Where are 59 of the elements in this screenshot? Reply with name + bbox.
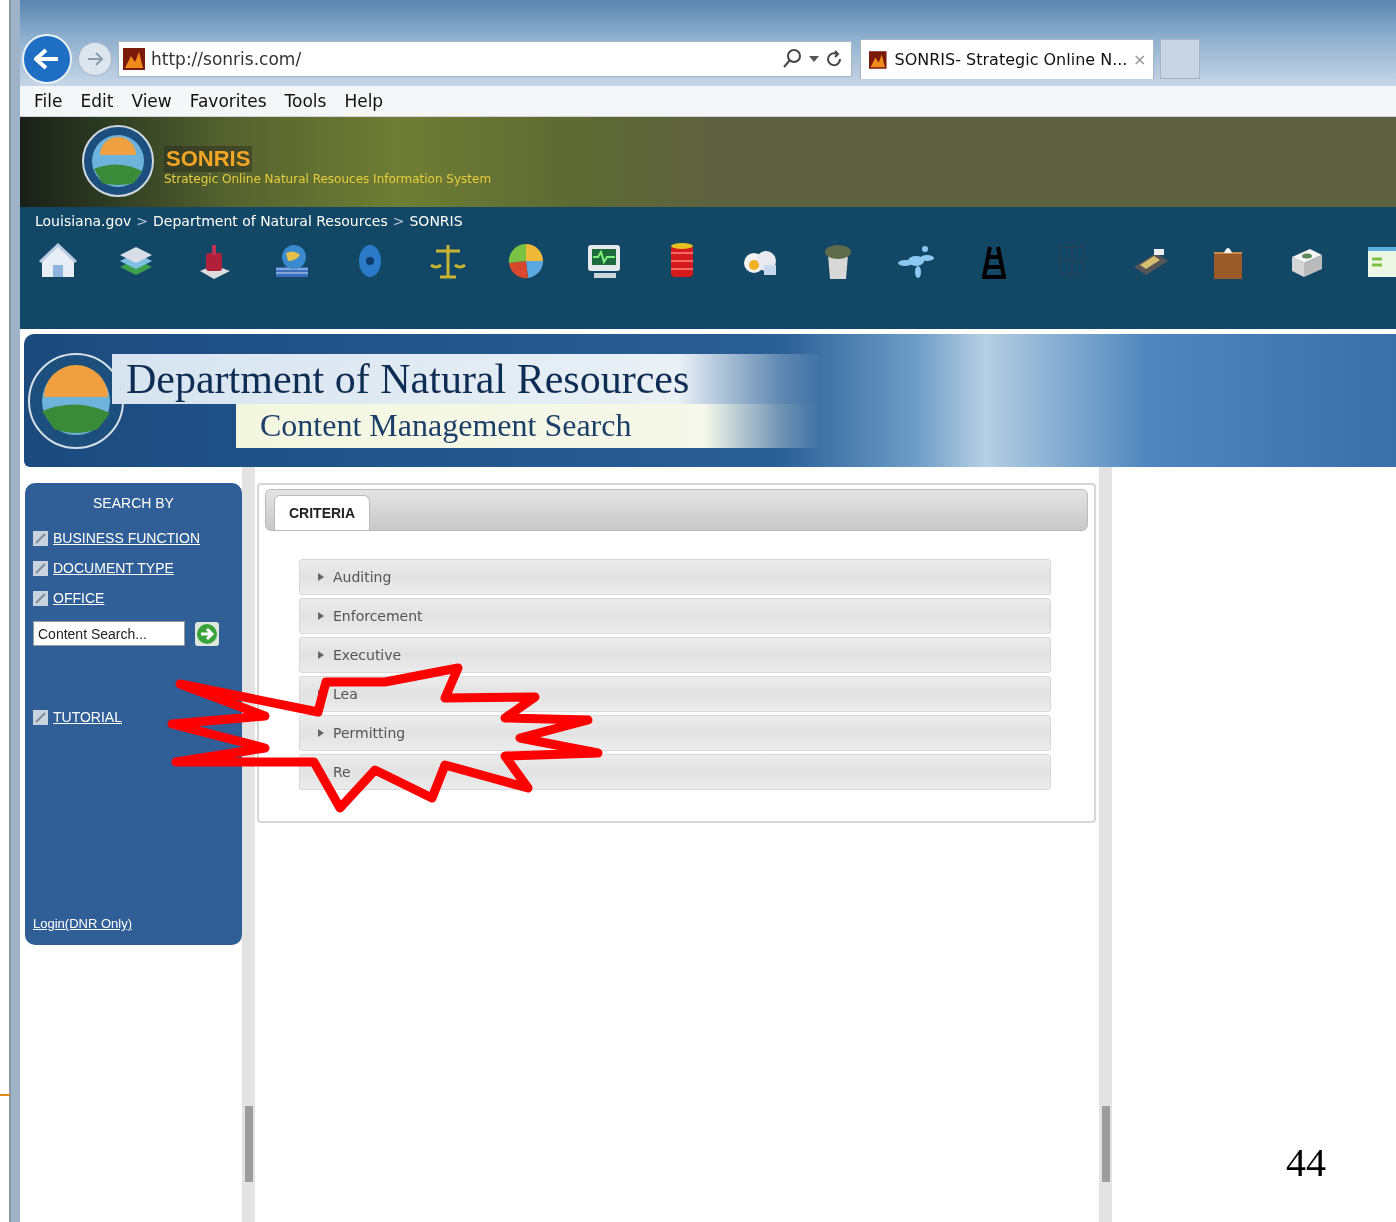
site-subtitle: Strategic Online Natural Resouces Information System xyxy=(164,172,492,186)
breadcrumb-link[interactable]: SONRIS xyxy=(409,213,463,229)
accordion-header[interactable]: Executive xyxy=(299,637,1051,673)
accordion-header[interactable]: Enforcement xyxy=(299,598,1051,634)
search-field[interactable]: Content Search... xyxy=(33,621,185,646)
accordion-label: Auditing xyxy=(333,569,392,585)
menu-item[interactable]: View xyxy=(123,91,180,111)
menu-item[interactable]: Edit xyxy=(72,91,122,111)
pie-chart-icon[interactable] xyxy=(506,241,546,281)
broken-image-icon xyxy=(33,709,48,725)
broken-image-icon xyxy=(33,560,48,576)
accordion-header[interactable]: Auditing xyxy=(299,559,1051,595)
seal-logo xyxy=(82,125,154,197)
sidebar-link[interactable]: DOCUMENT TYPE xyxy=(53,560,174,576)
header-subtitle: Content Management Search xyxy=(236,403,822,448)
broken-image-icon xyxy=(33,530,48,546)
site-favicon xyxy=(869,48,887,71)
site-title: SONRIS xyxy=(164,146,253,172)
accordion-header[interactable]: Permitting xyxy=(299,715,1051,751)
menu-item[interactable]: Help xyxy=(336,91,392,111)
breadcrumb-link[interactable]: Louisiana.gov xyxy=(35,213,132,229)
tab[interactable]: CRITERIA xyxy=(274,495,371,530)
scrollbar[interactable] xyxy=(242,467,255,1222)
sidebar-link[interactable]: OFFICE xyxy=(53,590,105,606)
back-button[interactable] xyxy=(22,34,72,84)
close-icon[interactable] xyxy=(1135,53,1145,66)
broken-image-icon xyxy=(33,590,48,606)
accordion-label: Executive xyxy=(333,647,402,663)
site-favicon xyxy=(123,48,145,70)
right-triangle-icon xyxy=(318,651,324,659)
refresh-icon[interactable] xyxy=(825,50,843,68)
sidebar-link[interactable]: BUSINESS FUNCTION xyxy=(53,530,200,546)
tab-title: SONRIS- Strategic Online N... xyxy=(894,50,1128,69)
go-arrow-icon[interactable] xyxy=(195,621,219,646)
scrollbar[interactable] xyxy=(1099,467,1112,1222)
search-icon[interactable] xyxy=(781,48,803,70)
right-arrow-icon xyxy=(86,51,104,67)
menu-item[interactable]: File xyxy=(26,91,71,111)
sidebar-heading: SEARCH BY xyxy=(92,495,175,513)
accordion-label: Lea xyxy=(333,686,358,702)
url-text: http://sonris.com/ xyxy=(151,49,303,69)
sidebar-link[interactable]: TUTORIAL xyxy=(53,709,122,725)
dropdown-caret-icon[interactable] xyxy=(809,56,819,62)
breadcrumb-separator: > xyxy=(392,213,405,229)
right-triangle-icon xyxy=(318,729,324,737)
breadcrumb-link[interactable]: Department of Natural Resources xyxy=(153,213,388,229)
page-number: 44 xyxy=(1286,1139,1326,1186)
address-bar[interactable]: http://sonris.com/ xyxy=(118,41,852,77)
left-arrow-icon xyxy=(34,48,60,70)
accordion-label: Re xyxy=(333,764,351,780)
browser-tab[interactable]: SONRIS- Strategic Online N... xyxy=(860,39,1154,79)
login-link[interactable]: Login(DNR Only) xyxy=(33,916,132,931)
menu-item[interactable]: Tools xyxy=(276,91,335,111)
breadcrumb-separator: > xyxy=(136,213,149,229)
menu-item[interactable]: Favorites xyxy=(181,91,275,111)
right-triangle-icon xyxy=(318,612,324,620)
accordion-label: Permitting xyxy=(333,725,406,741)
right-triangle-icon xyxy=(318,573,324,581)
accordion-label: Enforcement xyxy=(333,608,423,624)
